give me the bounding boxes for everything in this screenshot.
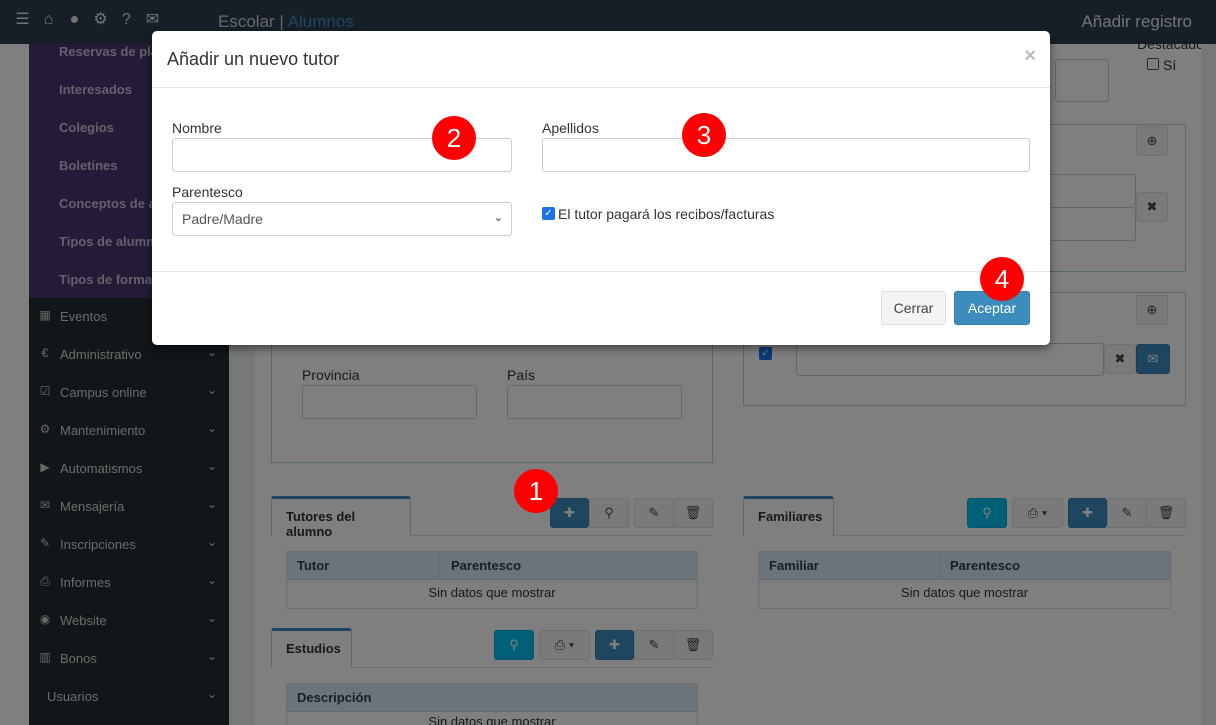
- modal-header: Añadir un nuevo tutor ×: [152, 31, 1050, 88]
- apellidos-label: Apellidos: [542, 120, 599, 136]
- cerrar-button[interactable]: Cerrar: [881, 291, 946, 325]
- nombre-label: Nombre: [172, 120, 222, 136]
- pagara-checkbox-label[interactable]: El tutor pagará los recibos/facturas: [558, 206, 774, 222]
- apellidos-input[interactable]: [542, 138, 1030, 172]
- parentesco-label: Parentesco: [172, 184, 243, 200]
- marker-4: 4: [980, 257, 1024, 301]
- marker-1: 1: [514, 469, 558, 513]
- close-icon[interactable]: ×: [1024, 45, 1036, 68]
- modal-title: Añadir un nuevo tutor: [167, 49, 340, 69]
- pagara-checkbox[interactable]: ✓: [542, 207, 555, 220]
- chevron-down-icon: ⌄: [493, 212, 503, 224]
- marker-2: 2: [432, 116, 476, 160]
- parentesco-select[interactable]: Padre/Madre ⌄: [172, 202, 512, 236]
- add-tutor-modal: Añadir un nuevo tutor × Nombre Apellidos…: [152, 31, 1050, 345]
- modal-footer-divider: [152, 271, 1050, 272]
- parentesco-selected: Padre/Madre: [182, 211, 263, 227]
- marker-3: 3: [682, 113, 726, 157]
